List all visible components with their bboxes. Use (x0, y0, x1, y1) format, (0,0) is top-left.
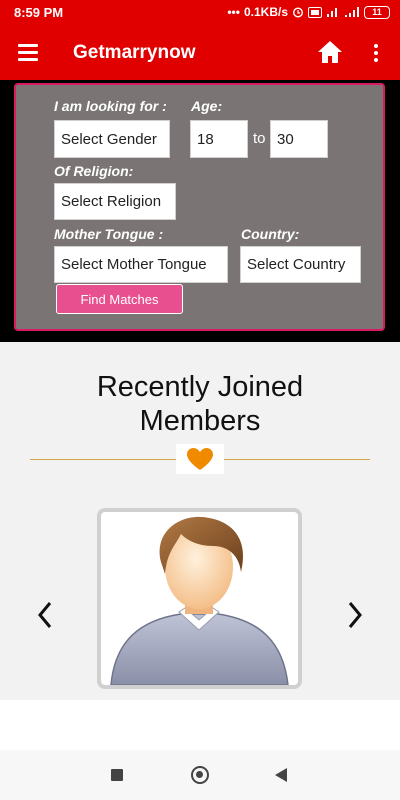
menu-icon[interactable] (18, 44, 38, 61)
country-select[interactable]: Select Country (240, 246, 361, 283)
member-avatar-card[interactable] (97, 508, 302, 689)
back-icon[interactable] (275, 768, 287, 782)
age-from-input[interactable]: 18 (190, 120, 248, 158)
looking-for-label: I am looking for : (54, 98, 167, 114)
religion-label: Of Religion: (54, 163, 134, 179)
search-section: I am looking for : Age: Select Gender 18… (0, 80, 400, 342)
recent-apps-icon[interactable] (111, 769, 123, 781)
gender-select[interactable]: Select Gender (54, 120, 170, 158)
divider-right (224, 459, 370, 460)
member-avatar-icon (110, 516, 289, 685)
country-label: Country: (241, 226, 300, 242)
heart-icon (187, 448, 213, 470)
find-matches-button[interactable]: Find Matches (56, 284, 183, 314)
members-title-line2: Members (139, 405, 261, 437)
content-spacer (0, 700, 400, 750)
signal-icon (345, 7, 359, 17)
age-to-separator: to (253, 130, 266, 147)
status-time: 8:59 PM (14, 5, 64, 20)
home-icon[interactable] (316, 38, 344, 66)
heart-badge (176, 444, 224, 474)
mother-tongue-label: Mother Tongue : (54, 226, 164, 242)
age-to-input[interactable]: 30 (270, 120, 328, 158)
volte-icon (308, 6, 322, 18)
recent-members-section: Recently Joined Members (0, 342, 400, 700)
mother-tongue-select[interactable]: Select Mother Tongue (54, 246, 228, 283)
carousel-prev-icon[interactable] (35, 600, 55, 630)
carousel-next-icon[interactable] (345, 600, 365, 630)
home-nav-icon[interactable] (191, 766, 209, 784)
more-options-icon[interactable] (371, 44, 381, 64)
app-bar: Getmarrynow (0, 27, 400, 80)
status-icons: ••• 0.1KB/s 11 (227, 5, 390, 19)
religion-select[interactable]: Select Religion (54, 183, 176, 220)
divider-left (30, 459, 176, 460)
alarm-icon (292, 7, 304, 18)
app-title: Getmarrynow (73, 42, 196, 63)
status-bar: 8:59 PM ••• 0.1KB/s 11 (0, 0, 400, 27)
battery-icon: 11 (364, 5, 390, 19)
system-nav-bar (0, 750, 400, 800)
search-panel: I am looking for : Age: Select Gender 18… (14, 83, 385, 331)
notification-dots-icon: ••• (227, 5, 240, 19)
network-speed: 0.1KB/s (243, 5, 288, 19)
members-title-line1: Recently Joined (96, 371, 304, 403)
members-title: Recently Joined Members (0, 370, 400, 438)
age-label: Age: (191, 98, 223, 114)
signal-4g-icon (327, 8, 337, 17)
